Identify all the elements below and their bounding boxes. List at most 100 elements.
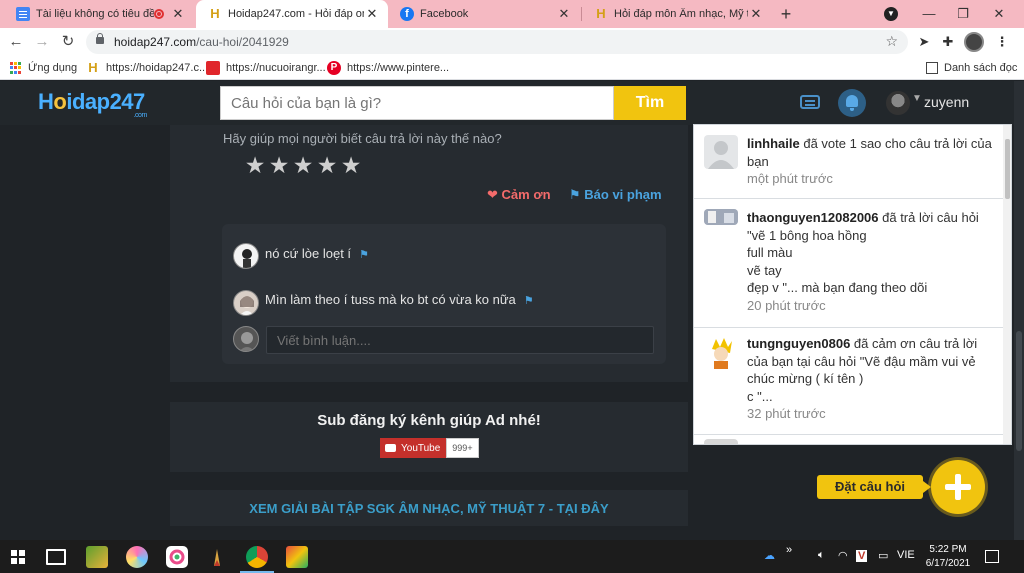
new-tab-button[interactable]: + (776, 4, 796, 24)
windows-start-icon[interactable] (11, 550, 25, 564)
subscriber-count: 999+ (446, 438, 479, 458)
page-scrollbar[interactable] (1014, 81, 1024, 540)
flag-icon[interactable]: ⚑ (524, 295, 534, 307)
tab-hoidap-am-nhac[interactable]: H Hỏi đáp môn Âm nhạc, Mỹ thuật ✕ (582, 0, 772, 28)
close-tab-icon[interactable]: ✕ (556, 6, 572, 22)
task-view-icon[interactable] (46, 549, 66, 565)
star-icon[interactable]: ★ (244, 153, 266, 177)
extensions-puzzle-icon[interactable]: ✚ (940, 34, 956, 50)
thanks-button[interactable]: ❤ Cảm ơn (487, 187, 551, 203)
tab-facebook[interactable]: f Facebook ✕ (388, 0, 580, 28)
close-tab-icon[interactable]: ✕ (748, 6, 764, 22)
subscribe-title: Sub đăng ký kênh giúp Ad nhé! (317, 412, 541, 429)
close-tab-icon[interactable]: ✕ (170, 6, 186, 22)
volume-icon[interactable]: 🔈︎ (818, 549, 825, 562)
rating-stars[interactable]: ★ ★ ★ ★ ★ (244, 153, 362, 177)
youtube-button[interactable]: YouTube (380, 438, 447, 458)
pencil-app-icon[interactable] (206, 546, 228, 568)
avatar[interactable] (233, 290, 259, 316)
url-host: hoidap247.com (114, 35, 197, 49)
avatar[interactable] (886, 91, 910, 115)
star-icon[interactable]: ★ (268, 153, 290, 177)
avatar (233, 326, 259, 352)
unikey-icon[interactable]: V (856, 550, 868, 562)
browser-toolbar: ← → ↻ hoidap247.com/cau-hoi/2041929 ☆ ➤ … (0, 28, 1024, 56)
tab-search-icon[interactable]: ▼ (884, 7, 898, 21)
tab-title: Tài liệu không có tiêu đề - Go (36, 8, 154, 20)
scroll-thumb[interactable] (1016, 331, 1022, 451)
chevron-down-icon[interactable]: ▼ (912, 93, 922, 104)
site-logo[interactable]: Hoidap247 .com (38, 89, 147, 119)
comment-input[interactable] (266, 326, 654, 354)
youtube-subscribe-button[interactable]: YouTube 999+ (380, 438, 479, 458)
input-language[interactable]: VIE (897, 549, 915, 561)
photos-app-icon[interactable] (166, 546, 188, 568)
notification-item[interactable] (694, 435, 1003, 444)
tab-title: Facebook (420, 8, 469, 20)
hoidap-icon: H (596, 6, 606, 21)
notification-user: linhhaile (747, 136, 800, 151)
avatar[interactable] (233, 243, 259, 269)
notification-time: 20 phút trước (747, 297, 826, 313)
paint-app-icon[interactable] (126, 546, 148, 568)
site-header: Hoidap247.com Tìm ▼ zuyenn (0, 81, 1024, 125)
comment-item: Mìn làm theo í tuss mà ko bt có vừa ko n… (265, 292, 534, 307)
game-app-icon[interactable] (86, 546, 108, 568)
reload-icon[interactable]: ↻ (58, 32, 78, 52)
close-tab-icon[interactable]: ✕ (364, 6, 380, 22)
star-icon[interactable]: ★ (292, 153, 314, 177)
pinterest-icon: P (327, 61, 341, 75)
star-icon[interactable]: ★ (340, 153, 362, 177)
bookmark-nucuoirang[interactable]: https://nucuoirangr... (206, 60, 326, 76)
reading-list-label: Danh sách đọc (944, 62, 1018, 74)
tab-google-docs[interactable]: Tài liệu không có tiêu đề - Go ✕ (4, 0, 194, 28)
tab-hoidap247[interactable]: H Hoidap247.com - Hỏi đáp online ✕ (196, 0, 388, 28)
address-bar[interactable]: hoidap247.com/cau-hoi/2041929 ☆ (86, 30, 908, 54)
bell-icon[interactable] (838, 89, 866, 117)
ask-question-button[interactable] (931, 460, 985, 514)
chevron-up-icon[interactable]: » (786, 544, 792, 556)
tab-title: Hoidap247.com - Hỏi đáp online (228, 8, 364, 20)
minimize-button[interactable]: — (912, 0, 946, 28)
bookmark-label: https://nucuoirangr... (226, 62, 326, 74)
keyboard-icon[interactable]: ▭ (878, 549, 888, 562)
chat-icon[interactable] (800, 95, 820, 109)
menu-dots-icon[interactable]: ⋮ (994, 34, 1010, 50)
logo-text: H (38, 89, 54, 114)
sgk-link[interactable]: XEM GIẢI BÀI TẬP SGK ÂM NHẠC, MỸ THUẬT 7… (170, 501, 688, 516)
game2-app-icon[interactable] (286, 546, 308, 568)
username[interactable]: zuyenn (924, 94, 969, 110)
star-icon[interactable]: ★ (316, 153, 338, 177)
report-button[interactable]: ⚑ Báo vi phạm (569, 187, 662, 203)
taskbar-clock[interactable]: 5:22 PM 6/17/2021 (922, 543, 974, 571)
bookmark-pinterest[interactable]: P https://www.pintere... (327, 60, 449, 76)
notification-scrollbar[interactable] (1003, 125, 1011, 444)
profile-avatar[interactable] (964, 32, 984, 52)
close-window-button[interactable]: ✕ (982, 0, 1016, 28)
bookmark-hoidap[interactable]: H https://hoidap247.c... (86, 60, 208, 76)
action-center-icon[interactable] (985, 550, 999, 563)
ask-question-label[interactable]: Đặt câu hỏi (817, 475, 931, 499)
notification-item[interactable]: linhhaile đã vote 1 sao cho câu trả lời … (694, 125, 1003, 199)
chrome-icon[interactable] (246, 546, 268, 568)
wifi-icon[interactable]: ◠ (838, 549, 848, 562)
flag-icon[interactable]: ⚑ (359, 249, 369, 261)
lock-icon (96, 33, 104, 44)
bookmark-apps[interactable]: Ứng dụng (10, 60, 77, 76)
back-icon[interactable]: ← (6, 32, 26, 52)
notification-item[interactable]: thaonguyen12082006 đã trả lời câu hỏi "v… (694, 199, 1003, 328)
bookmark-star-icon[interactable]: ☆ (885, 33, 898, 50)
notification-item[interactable]: tungnguyen0806 đã cảm ơn câu trả lời của… (694, 328, 1003, 435)
forward-icon[interactable]: → (32, 32, 52, 52)
extension-arrow-icon[interactable]: ➤ (916, 34, 932, 50)
restore-button[interactable]: ❐ (946, 0, 980, 28)
search-button[interactable]: Tìm (614, 86, 686, 120)
flag-icon: ⚑ (569, 187, 581, 202)
scroll-thumb[interactable] (1005, 139, 1010, 199)
tab-title: Hỏi đáp môn Âm nhạc, Mỹ thuật (614, 8, 748, 20)
onedrive-icon[interactable]: ☁ (764, 549, 775, 562)
question-search-input[interactable] (220, 86, 614, 120)
reading-list[interactable]: Danh sách đọc (926, 60, 1017, 76)
logo-text: idap247 (66, 89, 145, 114)
facebook-icon: f (400, 7, 414, 21)
